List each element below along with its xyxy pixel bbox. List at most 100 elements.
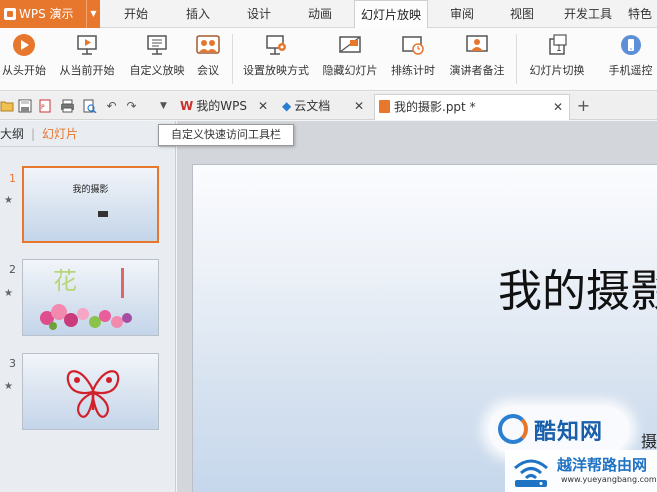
- thumb-vertical-text: [121, 268, 124, 298]
- rehearse-timing-label: 排练计时: [391, 64, 435, 77]
- animation-star-icon: ★: [4, 195, 13, 206]
- kuzhi-watermark: 酷知网: [488, 406, 630, 454]
- doc-tab-label: 云文档: [294, 99, 331, 113]
- tab-animation[interactable]: 动画: [294, 0, 346, 28]
- thumb-flower-char: 花: [53, 267, 77, 295]
- tab-view[interactable]: 视图: [497, 0, 547, 28]
- new-tab-plus-icon[interactable]: +: [576, 98, 591, 114]
- svg-text:1: 1: [556, 44, 562, 54]
- rehearse-timing-button[interactable]: 排练计时: [386, 32, 440, 84]
- tab-slides[interactable]: 幻灯片: [42, 121, 78, 147]
- router-watermark: 越洋帮路由网 www.yueyangbang.com: [505, 450, 657, 492]
- svg-text:P: P: [41, 104, 45, 111]
- router-watermark-url: www.yueyangbang.com: [561, 475, 657, 484]
- chevron-down-icon[interactable]: ▼: [86, 0, 100, 28]
- wifi-icon: [511, 454, 551, 488]
- close-icon[interactable]: ✕: [354, 94, 364, 118]
- start-from-beginning-label: 从头开始: [2, 64, 46, 77]
- phone-remote-button[interactable]: 手机遥控: [604, 32, 657, 84]
- ribbon-toolbar: 从头开始 从当前开始 自定义放映 会议 设置放映方式 隐藏幻灯片 排练计时 演讲…: [0, 28, 657, 91]
- tab-slideshow[interactable]: 幻灯片放映: [354, 0, 428, 29]
- slide-number: 2: [9, 263, 16, 276]
- slides-panel: 大纲 | 幻灯片 1 ★ 我的摄影 2 ★ 花 3 ★: [0, 121, 176, 492]
- panel-tabs: 大纲 | 幻灯片: [0, 121, 176, 147]
- slide-thumbnail-1[interactable]: 我的摄影: [22, 166, 159, 243]
- slide-title[interactable]: 我的摄影: [498, 255, 657, 319]
- tab-developer[interactable]: 开发工具: [557, 0, 619, 28]
- setup-show-icon: [264, 34, 288, 56]
- kuzhi-logo-icon: [498, 414, 528, 444]
- tab-outline[interactable]: 大纲: [0, 121, 24, 147]
- kuzhi-watermark-text: 酷知网: [534, 420, 604, 445]
- close-icon[interactable]: ✕: [553, 95, 563, 119]
- setup-show-button[interactable]: 设置放映方式: [238, 32, 314, 84]
- tooltip: 自定义快速访问工具栏: [158, 124, 294, 146]
- tab-separator: |: [31, 127, 36, 141]
- doc-tab-cloud-docs[interactable]: ◆ 云文档 ✕: [278, 94, 370, 120]
- slide-subtitle-fragment[interactable]: 摄: [641, 428, 657, 452]
- open-folder-icon[interactable]: [0, 99, 15, 113]
- tab-design[interactable]: 设计: [233, 0, 285, 28]
- flowers-image: [39, 300, 135, 330]
- speaker-notes-button[interactable]: 演讲者备注: [444, 32, 510, 84]
- slide-number: 3: [9, 357, 16, 370]
- wps-logo-icon: [4, 8, 16, 20]
- slide-thumbnail-2[interactable]: 花: [22, 259, 159, 336]
- speaker-notes-icon: [465, 34, 489, 56]
- thumb-subtitle-placeholder: [98, 211, 108, 217]
- hide-slide-button[interactable]: 隐藏幻灯片: [318, 32, 382, 84]
- close-icon[interactable]: ✕: [258, 94, 268, 118]
- customize-toolbar-chevron-icon[interactable]: ▼: [156, 99, 171, 113]
- slide-transition-icon: 1: [545, 34, 569, 56]
- slide-thumbnail-3[interactable]: [22, 353, 159, 430]
- setup-show-label: 设置放映方式: [243, 64, 309, 77]
- router-watermark-title: 越洋帮路由网: [557, 456, 648, 474]
- redo-icon[interactable]: ↷: [124, 99, 139, 113]
- tab-review[interactable]: 审阅: [437, 0, 487, 28]
- meeting-button[interactable]: 会议: [192, 32, 224, 84]
- custom-show-button[interactable]: 自定义放映: [126, 32, 188, 84]
- ribbon-divider: [516, 34, 517, 84]
- animation-star-icon: ★: [4, 381, 13, 392]
- start-from-current-label: 从当前开始: [59, 64, 115, 77]
- cloud-doc-icon: ◆: [282, 99, 292, 113]
- play-icon: [12, 34, 36, 56]
- rehearse-timing-icon: [401, 34, 425, 56]
- thumb-title: 我的摄影: [72, 185, 109, 195]
- print-preview-icon[interactable]: [82, 99, 97, 114]
- wps-app-button[interactable]: WPS 演示 ▼: [0, 0, 100, 28]
- slide-number: 1: [9, 172, 16, 185]
- doc-tab-my-photography[interactable]: 我的摄影.ppt * ✕: [374, 94, 570, 120]
- tab-home[interactable]: 开始: [110, 0, 162, 28]
- phone-remote-label: 手机遥控: [608, 64, 653, 77]
- phone-remote-icon: [619, 34, 643, 56]
- save-icon[interactable]: [18, 99, 33, 113]
- doc-tab-label: 我的WPS: [196, 99, 247, 113]
- menu-bar: WPS 演示 ▼ 开始 插入 设计 动画 幻灯片放映 审阅 视图 开发工具 特色: [0, 0, 657, 29]
- hide-slide-label: 隐藏幻灯片: [322, 64, 378, 77]
- undo-icon[interactable]: ↶: [104, 99, 119, 113]
- tab-features[interactable]: 特色: [628, 0, 657, 28]
- slide-transition-button[interactable]: 1 幻灯片切换: [524, 32, 590, 84]
- quick-access-toolbar: P ↶ ↷ ▼ W 我的WPS ✕ ◆ 云文档 ✕ 我的摄影.ppt * ✕ +: [0, 92, 657, 120]
- print-icon[interactable]: [60, 99, 75, 113]
- wps-logo-icon: W: [180, 99, 194, 113]
- meeting-icon: [196, 34, 220, 56]
- ribbon-divider: [232, 34, 233, 84]
- ppt-file-icon: [379, 100, 390, 113]
- play-from-current-icon: [75, 34, 99, 56]
- doc-tab-label: 我的摄影.ppt *: [394, 100, 476, 114]
- speaker-notes-label: 演讲者备注: [449, 64, 505, 77]
- tab-insert[interactable]: 插入: [172, 0, 224, 28]
- custom-show-label: 自定义放映: [129, 64, 185, 77]
- custom-show-icon: [145, 34, 169, 56]
- animation-star-icon: ★: [4, 288, 13, 299]
- doc-tab-my-wps[interactable]: W 我的WPS ✕: [176, 94, 274, 120]
- start-from-beginning-button[interactable]: 从头开始: [0, 32, 48, 84]
- start-from-current-button[interactable]: 从当前开始: [56, 32, 118, 84]
- hide-slide-icon: [338, 34, 362, 56]
- butterfly-image: [61, 360, 125, 424]
- app-button-label: WPS 演示: [19, 7, 74, 21]
- export-pdf-icon[interactable]: P: [38, 99, 53, 113]
- meeting-label: 会议: [197, 64, 219, 77]
